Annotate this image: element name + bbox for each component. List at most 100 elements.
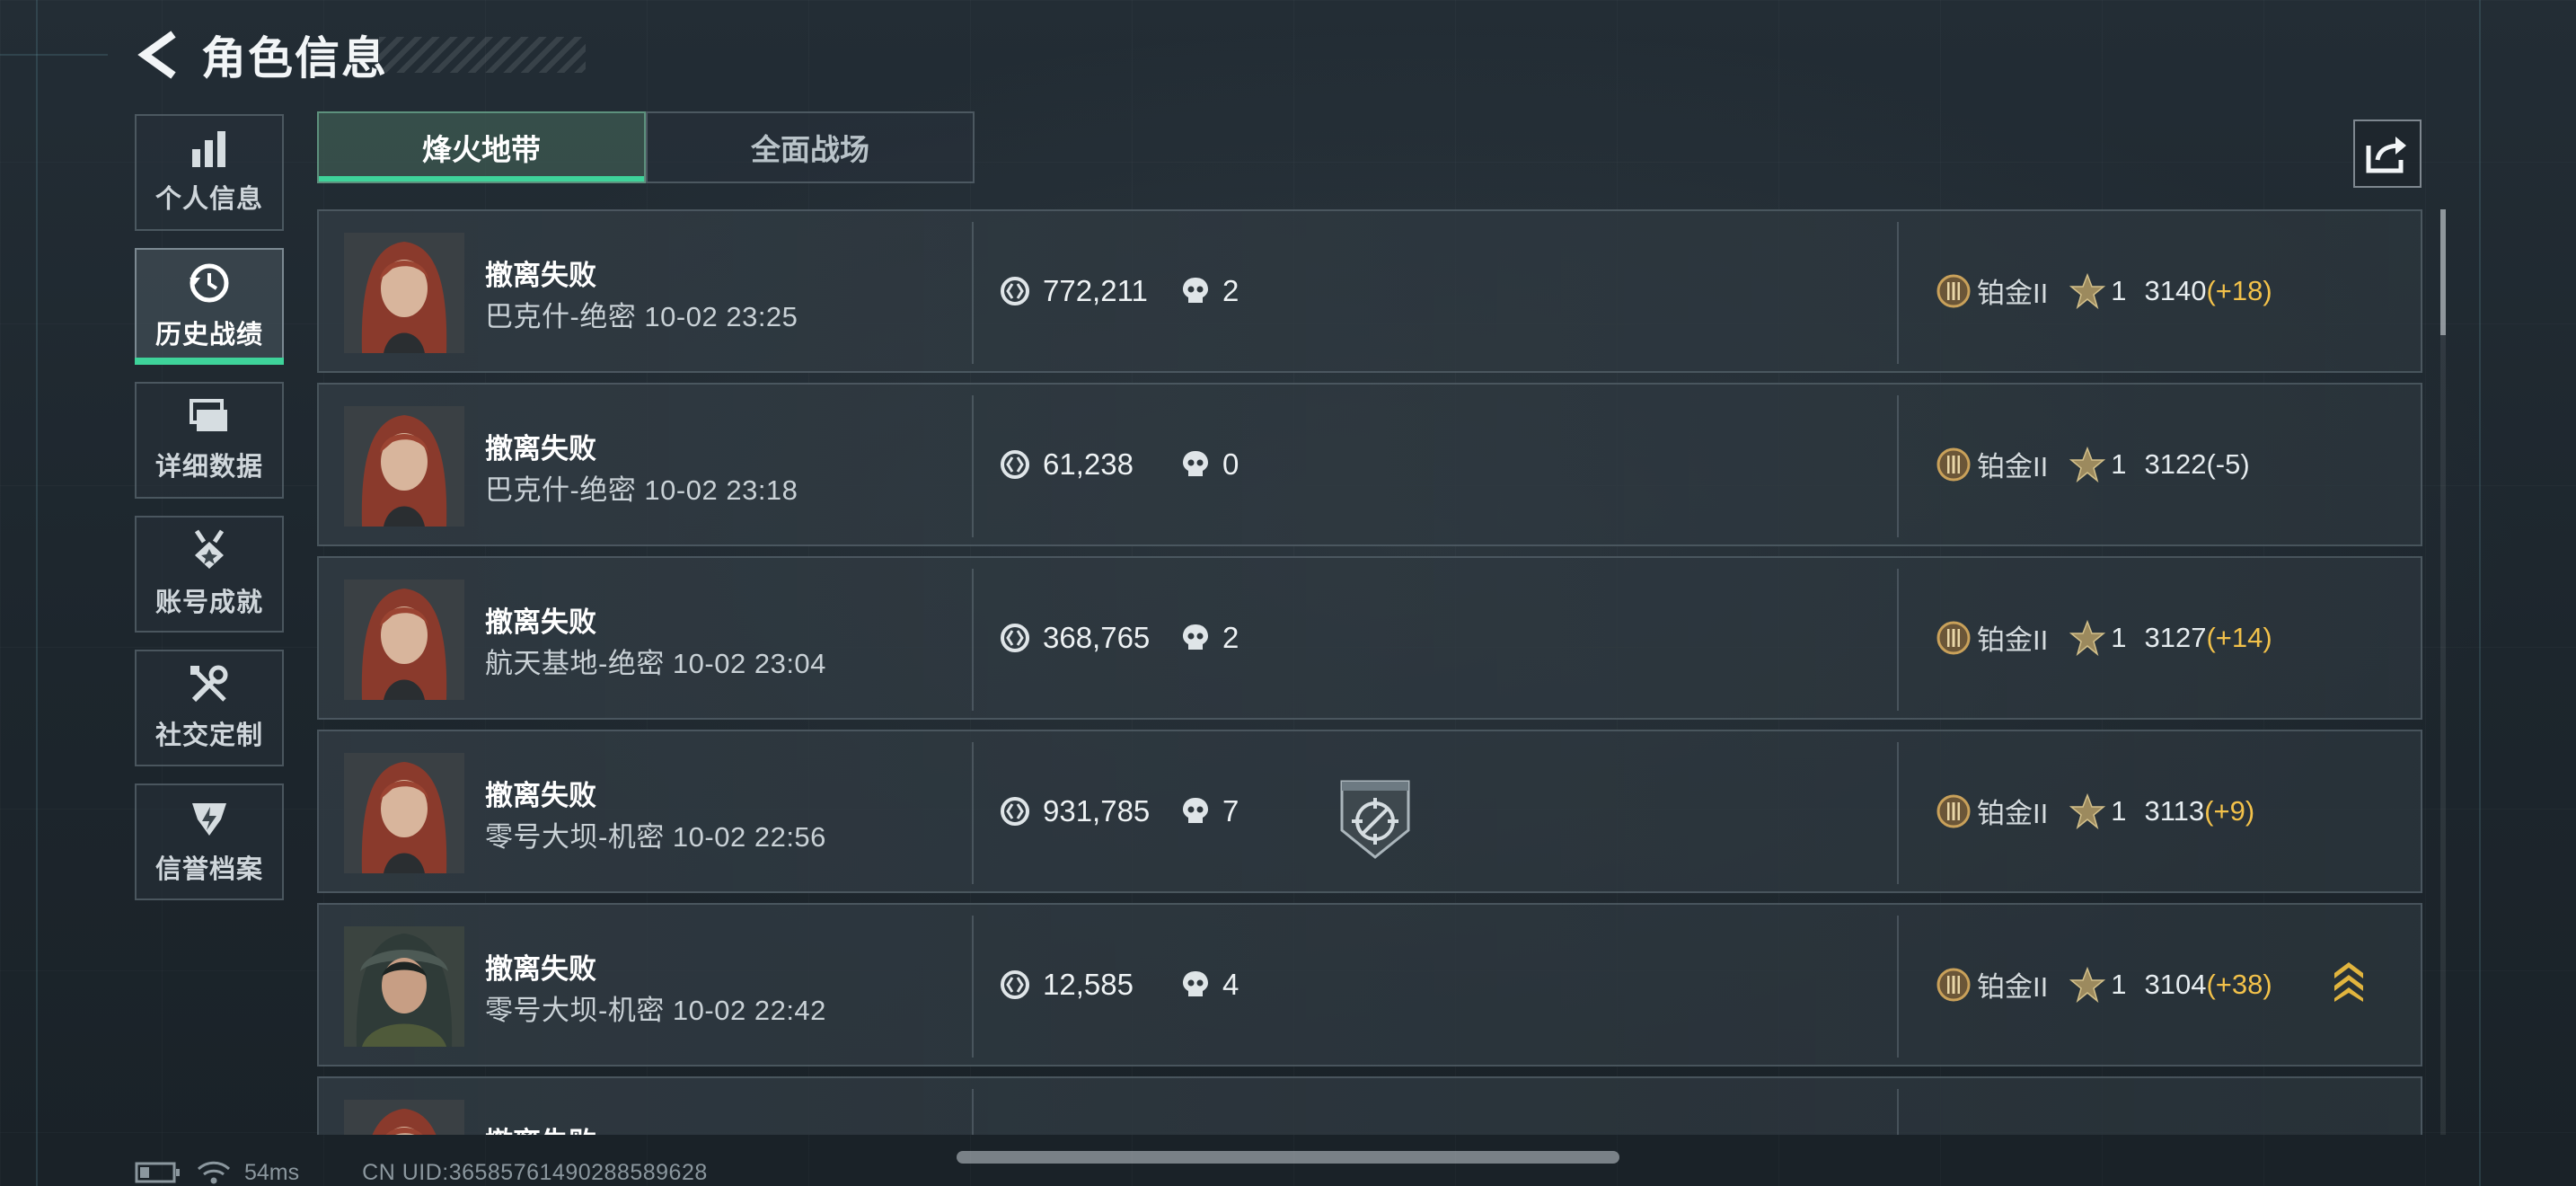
sidebar-item-label: 个人信息: [154, 185, 263, 214]
match-row[interactable]: 撤离失败 巴克什-绝密 10-02 23:18 61,238 0 铂金II 1 …: [317, 383, 2422, 546]
currency-icon: [1001, 970, 1029, 999]
decorative-line: [0, 54, 108, 56]
star-count: 1: [2111, 968, 2127, 1000]
operator-avatar: [344, 580, 464, 700]
rank-score: 3140: [2144, 274, 2207, 306]
kill-count: 2: [1181, 274, 1239, 308]
star-icon: [2069, 966, 2106, 1003]
score-delta: (-5): [2206, 447, 2250, 480]
loot-value: 61,238: [1000, 447, 1134, 482]
sidebar-item-social-custom[interactable]: 社交定制: [135, 650, 284, 766]
loot-value: 368,765: [1000, 621, 1150, 655]
rank-up-chevrons: [2331, 959, 2367, 1006]
wifi-icon: [197, 1161, 231, 1184]
sidebar-item-personal-info[interactable]: 个人信息: [135, 114, 284, 231]
match-result: 撤离失败: [485, 606, 596, 638]
crosshair-shield-icon: [1340, 780, 1410, 859]
currency-icon: [1001, 624, 1029, 652]
achievement-badge[interactable]: [1338, 778, 1412, 865]
sidebar-item-detailed-data[interactable]: 详细数据: [135, 382, 284, 499]
rank-info: 铂金II 1 3127 (+14): [1936, 617, 2272, 658]
row-divider: [1897, 569, 1899, 711]
star-count: 1: [2111, 621, 2127, 653]
sidebar-item-achievements[interactable]: 账号成就: [135, 516, 284, 633]
loot-value: 931,785: [1000, 794, 1150, 828]
decorative-line: [2479, 0, 2481, 1186]
rank-score: 3122: [2144, 447, 2207, 480]
match-result: 撤离失败: [485, 260, 596, 291]
bar-chart-icon: [192, 131, 225, 167]
tab-fenghuo[interactable]: 烽火地带: [317, 111, 646, 183]
loot-value-text: 368,765: [1043, 621, 1151, 654]
loot-value-text: 772,211: [1043, 274, 1148, 307]
score-delta: (+9): [2204, 794, 2255, 827]
currency-icon: [1001, 277, 1029, 305]
sidebar-item-reputation[interactable]: 信誉档案: [135, 783, 284, 900]
skull-icon: [1183, 624, 1208, 650]
rank-platinum-icon: [1936, 621, 1971, 654]
row-divider: [1897, 916, 1899, 1058]
share-button[interactable]: [2353, 119, 2422, 188]
rank-info: 铂金II 1 3122 (-5): [1936, 444, 2250, 484]
skull-icon: [1183, 451, 1208, 476]
score-delta: (+38): [2206, 968, 2272, 1000]
rank-platinum-icon: [1936, 274, 1971, 307]
page-header: 角色信息: [135, 23, 586, 86]
scrollbar-thumb[interactable]: [2440, 209, 2446, 335]
match-history-list[interactable]: 撤离失败 巴克什-绝密 10-02 23:25 772,211 2 铂金II 1…: [317, 209, 2422, 1135]
list-scrollbar[interactable]: [2440, 209, 2446, 1135]
loot-value-text: 61,238: [1043, 447, 1134, 481]
sidebar-item-label: 历史战绩: [154, 321, 263, 350]
mode-tabs: 烽火地带 全面战场: [317, 111, 975, 183]
rank-name: 铂金II: [1977, 971, 2049, 1003]
match-map-time: 巴克什-绝密 10-02 23:18: [485, 474, 798, 506]
kill-count-text: 2: [1222, 274, 1239, 307]
rank-name: 铂金II: [1977, 798, 2049, 829]
row-divider: [1897, 395, 1899, 537]
star-icon: [2069, 272, 2106, 309]
row-divider: [972, 916, 974, 1058]
kill-count-text: 4: [1222, 968, 1239, 1001]
tab-quanmian[interactable]: 全面战场: [646, 111, 975, 183]
rank-name: 铂金II: [1977, 451, 2049, 482]
match-result: 撤离失败: [485, 953, 596, 985]
match-row[interactable]: 撤离失败 巴克什-绝密 10-02 23:25 772,211 2 铂金II 1…: [317, 209, 2422, 373]
sidebar-item-match-history[interactable]: 历史战绩: [135, 248, 284, 365]
currency-icon: [1001, 797, 1029, 826]
score-delta: (+18): [2206, 274, 2272, 306]
operator-avatar: [344, 406, 464, 527]
back-button[interactable]: [135, 28, 181, 82]
rank-up-chevron-icon: [2334, 962, 2363, 1002]
row-divider: [972, 569, 974, 711]
kill-count-text: 7: [1222, 794, 1239, 828]
rank-info: 铂金II 1 3104 (+38): [1936, 964, 2272, 1005]
rank-platinum-icon: [1936, 447, 1971, 481]
operator-avatar: [344, 926, 464, 1047]
match-map-time: 零号大坝-机密 10-02 22:56: [485, 821, 826, 853]
row-divider: [972, 1089, 974, 1135]
loot-value-text: 12,585: [1043, 968, 1134, 1001]
back-arrow-icon: [137, 31, 176, 79]
decorative-line: [36, 0, 38, 1186]
currency-icon: [1001, 450, 1029, 479]
match-row[interactable]: 撤离失败 航天基地-绝密 10-02 23:04 368,765 2 铂金II …: [317, 556, 2422, 720]
sidebar-item-label: 详细数据: [154, 453, 263, 482]
wrench-screwdriver-icon: [190, 665, 228, 703]
page-title: 角色信息: [201, 33, 388, 84]
sidebar-item-label: 信誉档案: [154, 855, 263, 884]
row-divider: [972, 222, 974, 364]
row-divider: [1897, 742, 1899, 884]
match-row[interactable]: 撤离失败 零号大坝-机密 10-02 22:42 12,585 4 铂金II 1…: [317, 903, 2422, 1067]
skull-icon: [1183, 798, 1208, 823]
row-divider: [972, 395, 974, 537]
home-indicator[interactable]: [957, 1151, 1619, 1164]
loot-value: 772,211: [1000, 274, 1148, 308]
match-map-time: 零号大坝-机密 10-02 22:42: [485, 995, 826, 1026]
title-decoration: [379, 37, 586, 73]
match-row[interactable]: 撤离失败: [317, 1076, 2422, 1135]
row-divider: [1897, 222, 1899, 364]
match-result: 撤离失败: [485, 1120, 596, 1135]
match-row[interactable]: 撤离失败 零号大坝-机密 10-02 22:56 931,785 7 铂金II: [317, 730, 2422, 893]
rank-platinum-icon: [1936, 968, 1971, 1001]
row-divider: [972, 742, 974, 884]
